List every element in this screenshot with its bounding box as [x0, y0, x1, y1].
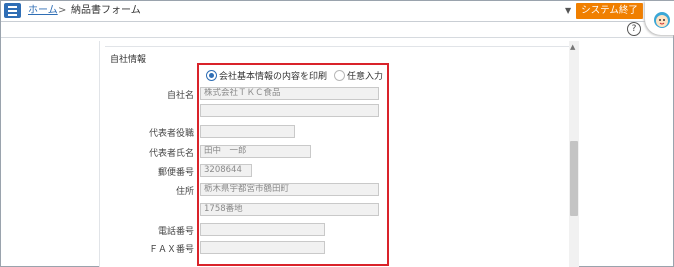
- fax-label: ＦＡＸ番号: [148, 245, 194, 255]
- breadcrumb-separator: >: [58, 5, 67, 16]
- fax-field[interactable]: [200, 241, 325, 254]
- company-name-2-field[interactable]: [200, 104, 379, 117]
- radio-manual-input[interactable]: [334, 70, 345, 81]
- section-title: 自社情報: [110, 55, 147, 65]
- postal-code-field[interactable]: 3208644: [200, 164, 252, 177]
- scroll-up-icon[interactable]: ▲: [570, 43, 575, 51]
- help-icon[interactable]: ?: [627, 22, 641, 36]
- section-divider: [105, 46, 570, 47]
- system-exit-button[interactable]: システム終了: [576, 3, 643, 19]
- rep-title-label: 代表者役職: [148, 129, 194, 139]
- radio-print-company-info-label[interactable]: 会社基本情報の内容を印刷: [219, 69, 327, 82]
- hamburger-menu-icon[interactable]: [4, 3, 21, 18]
- address-label: 住所: [175, 187, 194, 197]
- postal-code-label: 郵便番号: [157, 168, 194, 178]
- address-line-2-field[interactable]: 1758番地: [200, 203, 379, 216]
- address-line-1-field[interactable]: 栃木県宇都宮市鶴田町: [200, 183, 379, 196]
- dropdown-arrow-icon[interactable]: ▼: [565, 6, 571, 15]
- phone-field[interactable]: [200, 223, 325, 236]
- vertical-scrollbar[interactable]: ▲: [569, 41, 579, 267]
- divider: [1, 37, 673, 38]
- form-panel: 自社情報 会社基本情報の内容を印刷 任意入力 自社名 株式会社ＴＫＣ食品 代表者…: [99, 41, 570, 267]
- rep-title-field[interactable]: [200, 125, 295, 138]
- assistant-avatar[interactable]: [645, 1, 674, 35]
- radio-print-company-info[interactable]: [206, 70, 217, 81]
- assistant-face-icon: [654, 12, 670, 28]
- company-name-field[interactable]: 株式会社ＴＫＣ食品: [200, 87, 379, 100]
- rep-name-field[interactable]: 田中 一郎: [200, 145, 311, 158]
- app-window: ホーム > 納品書フォーム ▼ システム終了 ? 自社情報 会社基本情報の内容を…: [0, 0, 674, 267]
- radio-manual-input-label[interactable]: 任意入力: [347, 69, 383, 82]
- rep-name-label: 代表者氏名: [148, 149, 194, 159]
- scrollbar-thumb[interactable]: [570, 141, 578, 216]
- breadcrumb-home-link[interactable]: ホーム: [28, 4, 58, 17]
- company-name-label: 自社名: [166, 91, 194, 101]
- top-bar: ホーム > 納品書フォーム ▼ システム終了: [1, 1, 673, 22]
- phone-label: 電話番号: [157, 227, 194, 237]
- breadcrumb-current: 納品書フォーム: [71, 5, 141, 16]
